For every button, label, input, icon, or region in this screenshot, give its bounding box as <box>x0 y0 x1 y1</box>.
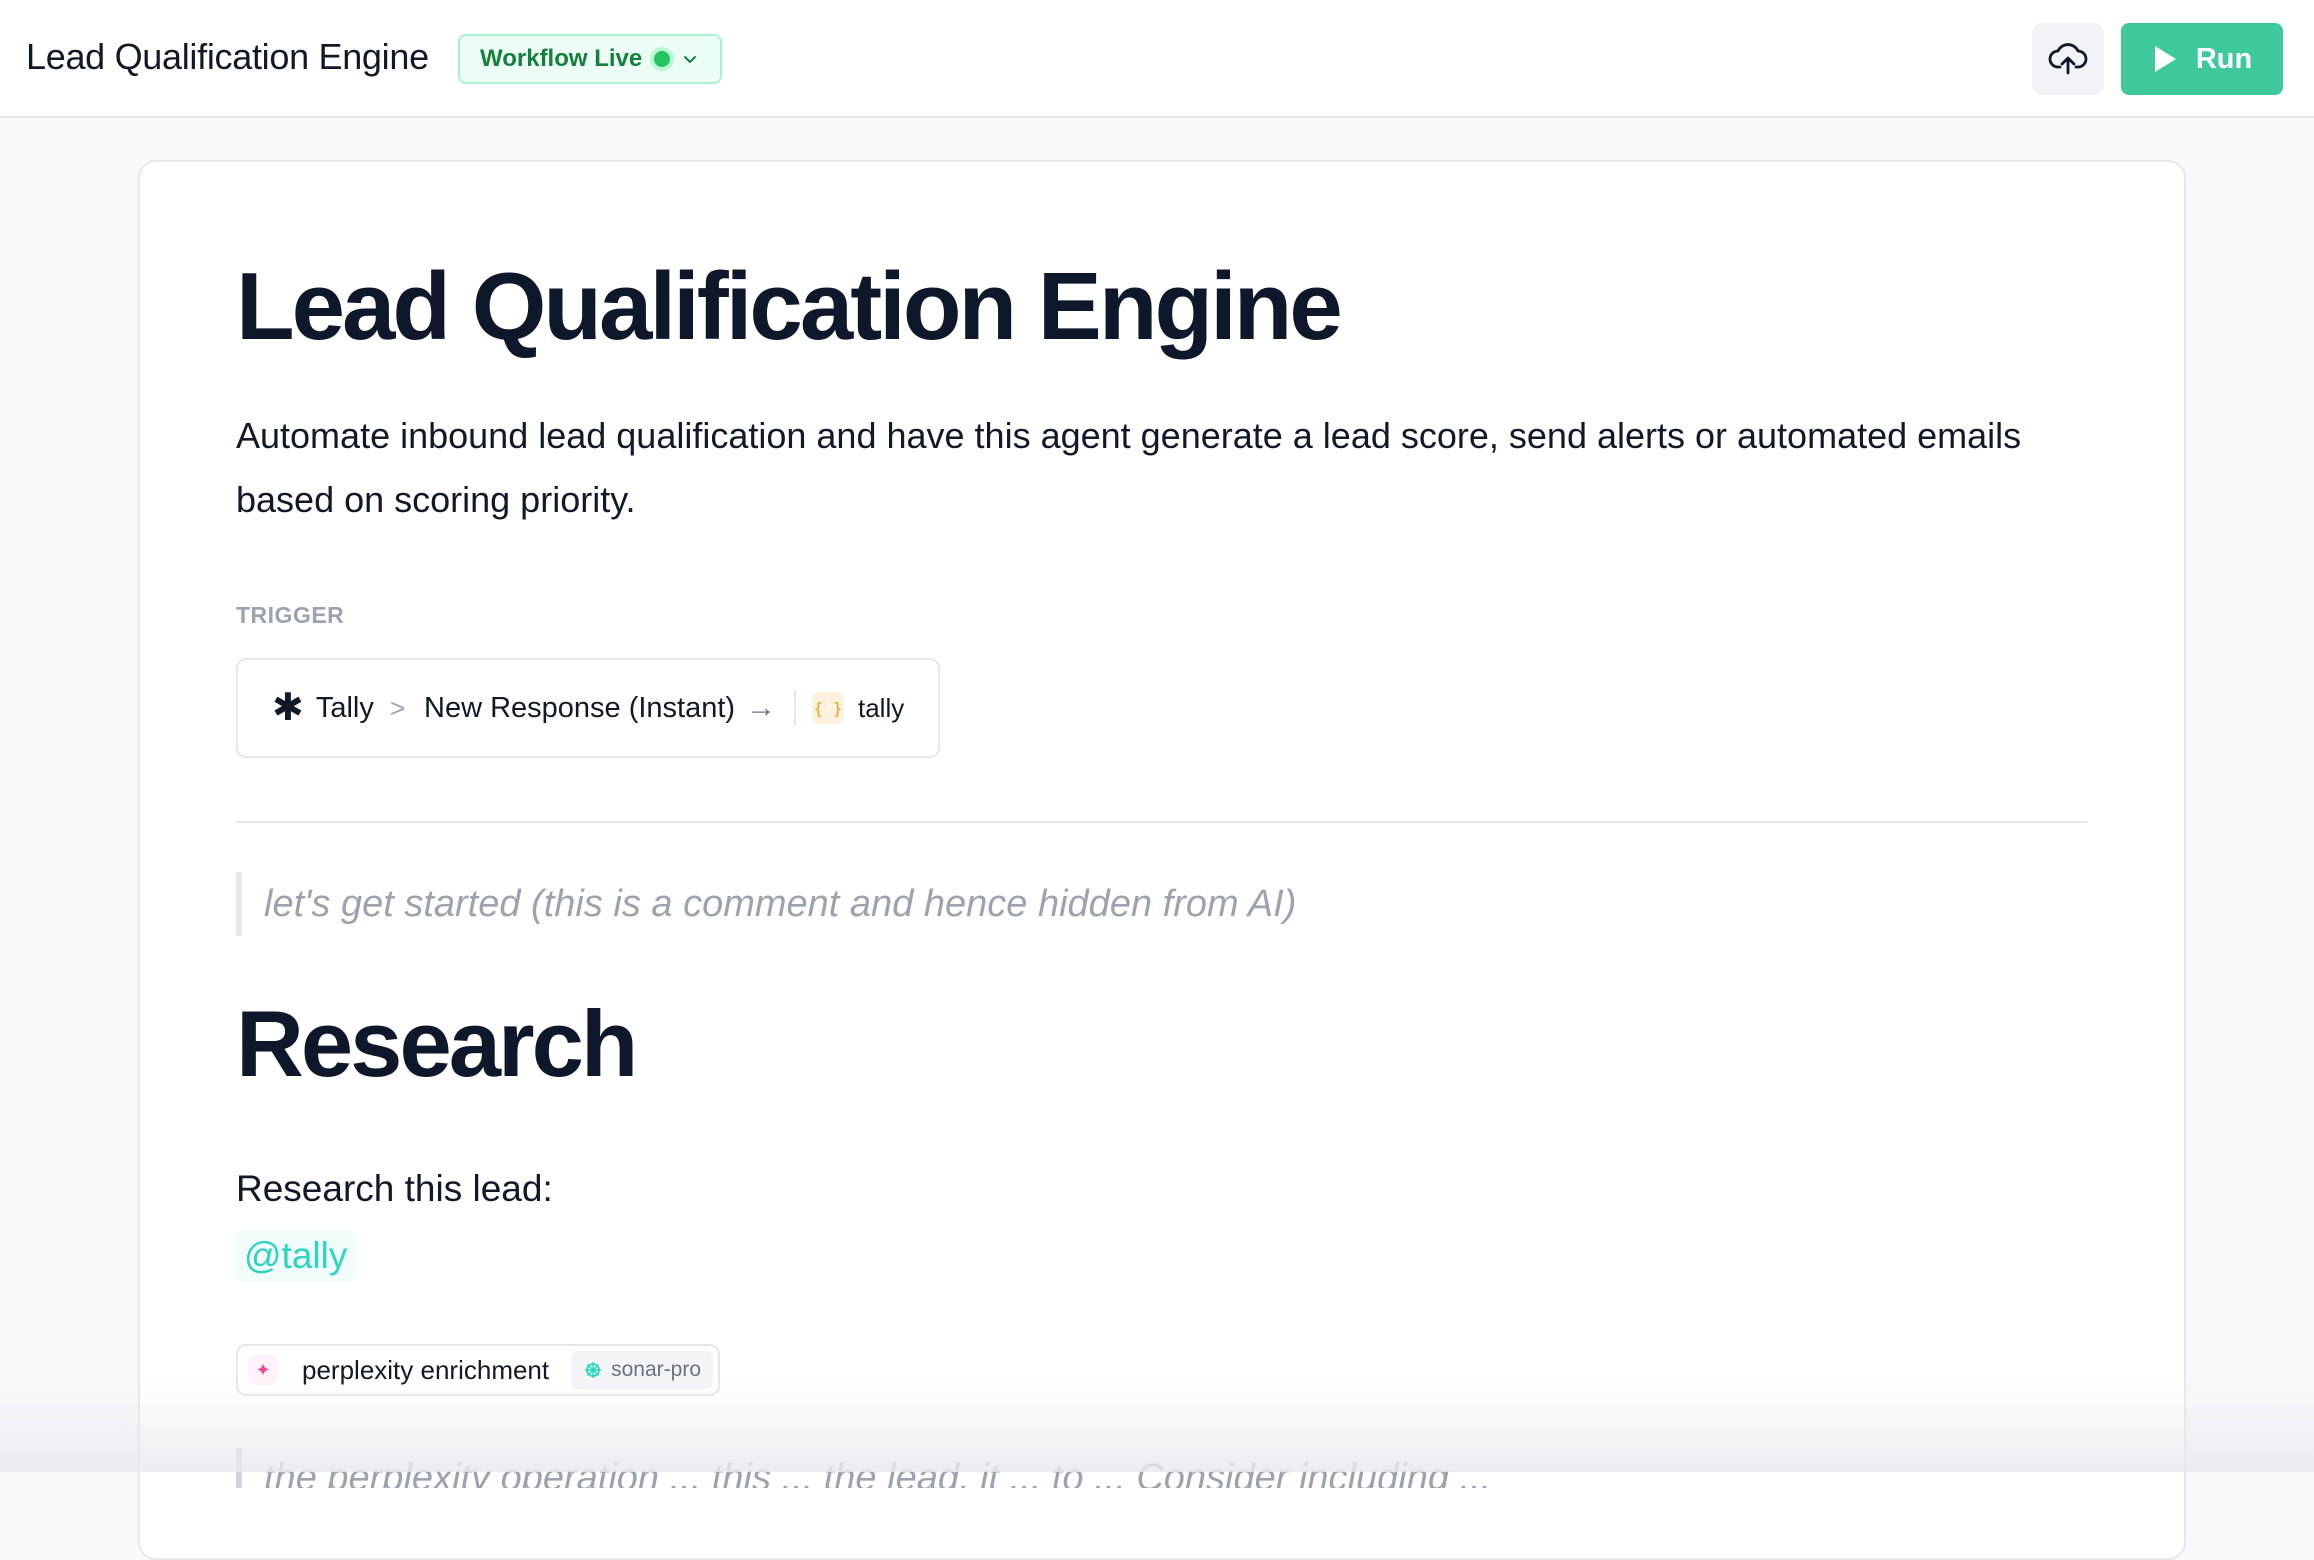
status-label: Workflow Live <box>480 45 643 72</box>
document-description[interactable]: Automate inbound lead qualification and … <box>236 404 2116 532</box>
tally-icon: ✱ <box>272 687 304 729</box>
section-divider <box>236 821 2088 823</box>
trigger-event-name: New Response (Instant) <box>424 691 736 724</box>
sparkle-icon: ✦ <box>248 1355 278 1385</box>
comment-block-partial[interactable]: the perplexity operation ... this ... th… <box>236 1448 1491 1488</box>
publish-button[interactable] <box>2032 23 2104 95</box>
trigger-output-variable[interactable]: { } tally <box>812 660 904 756</box>
tool-name: perplexity enrichment <box>302 1354 550 1385</box>
tally-mention-tag[interactable]: @tally <box>236 1230 356 1282</box>
run-button[interactable]: Run <box>2121 23 2283 95</box>
chevron-down-icon <box>684 56 697 63</box>
trigger-block[interactable]: ✱ Tally > New Response (Instant) → { } t… <box>236 658 940 758</box>
divider <box>794 690 796 726</box>
comment-block[interactable]: let's get started (this is a comment and… <box>236 872 1296 936</box>
perplexity-tool-chip[interactable]: ✦ perplexity enrichment sonar-pro <box>236 1344 720 1396</box>
workflow-status-dropdown[interactable]: Workflow Live <box>458 34 723 84</box>
trigger-section-label: TRIGGER <box>236 602 345 628</box>
status-dot-icon <box>654 51 671 67</box>
research-prompt-text[interactable]: Research this lead: <box>236 1168 553 1210</box>
variable-name: tally <box>858 692 905 723</box>
model-icon <box>585 1362 602 1378</box>
trigger-app-name: Tally <box>315 691 374 724</box>
model-badge[interactable]: sonar-pro <box>571 1351 714 1389</box>
document-title[interactable]: Lead Qualification Engine <box>236 252 1343 362</box>
section-heading-research[interactable]: Research <box>236 990 638 1098</box>
run-label: Run <box>2195 42 2253 75</box>
breadcrumb-separator: > <box>390 692 406 723</box>
tally-app: ✱ Tally <box>272 660 374 756</box>
top-bar: Lead Qualification Engine Workflow Live … <box>0 0 2314 118</box>
variable-icon: { } <box>812 692 844 724</box>
app-title: Lead Qualification Engine <box>26 36 429 77</box>
arrow-right-icon: → <box>746 691 776 724</box>
play-icon <box>2154 46 2176 72</box>
model-name: sonar-pro <box>611 1358 702 1381</box>
cloud-upload-icon <box>2048 43 2088 75</box>
